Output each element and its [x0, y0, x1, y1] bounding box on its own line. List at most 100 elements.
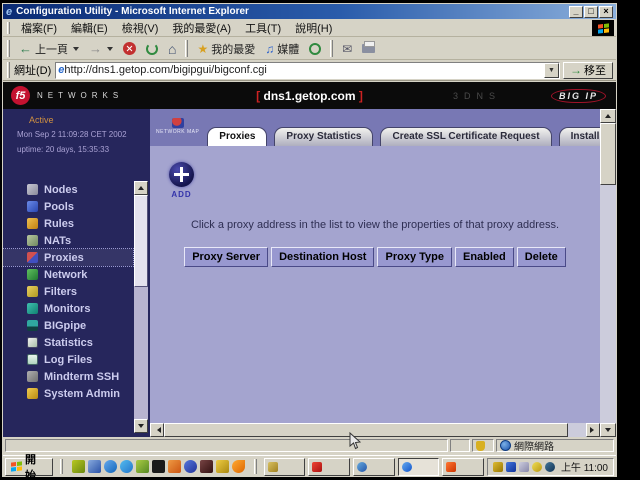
- scroll-down-icon[interactable]: [600, 423, 616, 437]
- sidebar-scrollbar[interactable]: [134, 181, 148, 433]
- scroll-up-icon[interactable]: [600, 109, 616, 123]
- url-dropdown-button[interactable]: ▼: [544, 63, 559, 78]
- pools-icon: [27, 201, 38, 212]
- rules-icon: [27, 218, 38, 229]
- tray-icon[interactable]: [545, 462, 555, 472]
- back-button[interactable]: ← 上一頁: [14, 40, 84, 58]
- taskbar-window-button[interactable]: [308, 458, 350, 476]
- quicklaunch-icon[interactable]: [72, 460, 85, 473]
- column-delete[interactable]: Delete: [517, 247, 566, 267]
- history-button[interactable]: [304, 42, 326, 56]
- home-icon: ⌂: [168, 42, 176, 56]
- sidebar-item-filters[interactable]: Filters: [3, 283, 133, 300]
- taskbar-clock: 上午 11:00: [561, 459, 608, 474]
- quicklaunch-icon[interactable]: [168, 460, 181, 473]
- url-input[interactable]: [64, 63, 544, 77]
- network-map-button[interactable]: NETWORK MAP: [156, 118, 199, 135]
- sidebar-item-mindterm-ssh[interactable]: Mindterm SSH: [3, 368, 133, 385]
- toolbar-grip[interactable]: [7, 40, 10, 57]
- menu-edit[interactable]: 編輯(E): [64, 19, 115, 37]
- go-button[interactable]: → 移至: [563, 62, 613, 79]
- desktop: e Configuration Utility - Microsoft Inte…: [2, 3, 617, 477]
- tray-icon[interactable]: [506, 462, 516, 472]
- quicklaunch-icon[interactable]: [232, 460, 245, 473]
- sidebar-item-monitors[interactable]: Monitors: [3, 300, 133, 317]
- menu-help[interactable]: 說明(H): [288, 19, 339, 37]
- status-bar: 網際網路: [3, 437, 616, 454]
- vertical-scroll-thumb[interactable]: [600, 123, 616, 185]
- tray-icon[interactable]: [532, 462, 542, 472]
- horizontal-scroll-thumb[interactable]: [164, 423, 568, 437]
- sidebar-item-pools[interactable]: Pools: [3, 198, 133, 215]
- status-zone-pane: 網際網路: [496, 439, 614, 452]
- add-proxy-button[interactable]: [169, 162, 194, 187]
- stop-icon: [123, 42, 136, 55]
- maximize-button[interactable]: □: [584, 6, 598, 18]
- refresh-icon: [146, 43, 158, 55]
- menubar-grip[interactable]: [7, 22, 10, 35]
- internet-explorer-icon[interactable]: [104, 460, 117, 473]
- menu-tools[interactable]: 工具(T): [238, 19, 288, 37]
- menu-view[interactable]: 檢視(V): [115, 19, 166, 37]
- sidebar-nav: Nodes Pools Rules NATs Proxies Network F…: [3, 181, 133, 402]
- quicklaunch-icon[interactable]: [200, 460, 213, 473]
- back-dropdown-icon[interactable]: [73, 47, 79, 51]
- scroll-right-icon[interactable]: [586, 423, 600, 437]
- column-proxy-server[interactable]: Proxy Server: [184, 247, 268, 267]
- sidebar-item-label: System Admin: [44, 388, 120, 400]
- mail-button[interactable]: ✉: [337, 41, 357, 57]
- column-destination-host[interactable]: Destination Host: [271, 247, 374, 267]
- vertical-scrollbar[interactable]: [600, 109, 616, 437]
- scroll-up-icon[interactable]: [134, 181, 148, 195]
- close-button[interactable]: ×: [599, 6, 613, 18]
- start-button[interactable]: 開始: [5, 458, 53, 476]
- sidebar-item-label: Mindterm SSH: [44, 371, 119, 383]
- internet-globe-icon: [500, 440, 511, 451]
- tab-install-ssl-certificate[interactable]: Install SSL Certif: [559, 127, 600, 146]
- sidebar-item-system-admin[interactable]: System Admin: [3, 385, 133, 402]
- scroll-left-icon[interactable]: [150, 423, 164, 437]
- forward-button[interactable]: →: [84, 41, 118, 56]
- addressbar-grip[interactable]: [7, 62, 10, 78]
- quicklaunch-icon[interactable]: [184, 460, 197, 473]
- sidebar-item-network[interactable]: Network: [3, 266, 133, 283]
- refresh-button[interactable]: [141, 42, 163, 56]
- sidebar-item-bigpipe[interactable]: BIGpipe: [3, 317, 133, 334]
- sidebar-item-nodes[interactable]: Nodes: [3, 181, 133, 198]
- stop-button[interactable]: [118, 41, 141, 56]
- print-button[interactable]: [357, 43, 380, 54]
- column-proxy-type[interactable]: Proxy Type: [377, 247, 452, 267]
- sidebar-item-proxies[interactable]: Proxies: [3, 249, 133, 266]
- sidebar-item-statistics[interactable]: Statistics: [3, 334, 133, 351]
- scroll-down-icon[interactable]: [134, 419, 148, 433]
- quicklaunch-icon[interactable]: [216, 460, 229, 473]
- quicklaunch-icon[interactable]: [136, 460, 149, 473]
- taskbar-window-button[interactable]: [442, 458, 484, 476]
- favorites-button[interactable]: ★ 我的最愛: [192, 40, 260, 58]
- taskbar-window-button-active[interactable]: [398, 458, 440, 476]
- sidebar-item-rules[interactable]: Rules: [3, 215, 133, 232]
- tab-create-ssl-certificate-request[interactable]: Create SSL Certificate Request: [380, 127, 551, 146]
- horizontal-scrollbar[interactable]: [150, 423, 600, 437]
- media-button[interactable]: ♫ 媒體: [260, 40, 304, 58]
- show-desktop-icon[interactable]: [88, 460, 101, 473]
- home-button[interactable]: ⌂: [163, 41, 181, 57]
- tray-icon[interactable]: [493, 462, 503, 472]
- bigip-product-badge: BIG IP: [551, 89, 606, 103]
- tab-proxy-statistics[interactable]: Proxy Statistics: [274, 127, 373, 146]
- forward-dropdown-icon[interactable]: [107, 47, 113, 51]
- menu-favorites[interactable]: 我的最愛(A): [165, 19, 238, 37]
- taskbar-window-button[interactable]: [264, 458, 306, 476]
- tab-proxies[interactable]: Proxies: [207, 127, 267, 146]
- tray-icon[interactable]: [519, 462, 529, 472]
- sidebar-item-nats[interactable]: NATs: [3, 232, 133, 249]
- menu-file[interactable]: 檔案(F): [14, 19, 64, 37]
- sidebar-item-log-files[interactable]: Log Files: [3, 351, 133, 368]
- quicklaunch-icon[interactable]: [120, 460, 133, 473]
- sidebar-scroll-thumb[interactable]: [134, 195, 148, 287]
- quicklaunch-icon[interactable]: [152, 460, 165, 473]
- taskbar-window-button[interactable]: [353, 458, 395, 476]
- column-enabled[interactable]: Enabled: [455, 247, 514, 267]
- window-titlebar[interactable]: e Configuration Utility - Microsoft Inte…: [3, 4, 616, 19]
- minimize-button[interactable]: _: [569, 6, 583, 18]
